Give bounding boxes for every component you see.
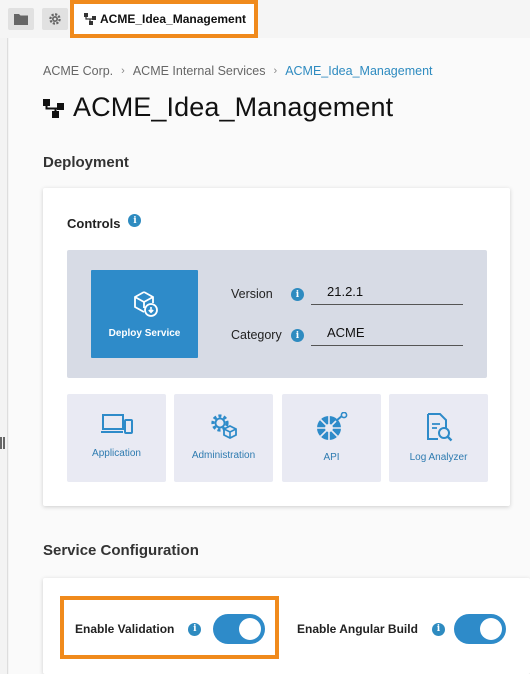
deploy-box-icon bbox=[133, 290, 158, 317]
left-panel-edge bbox=[0, 38, 8, 674]
controls-panel: Deploy Service Version i 21.2.1 Category… bbox=[67, 250, 487, 378]
info-icon[interactable]: i bbox=[291, 329, 304, 342]
tab-bar: ACME_Idea_Management bbox=[0, 0, 530, 38]
devices-icon bbox=[100, 414, 133, 434]
breadcrumb-item-internal-services[interactable]: ACME Internal Services bbox=[133, 64, 266, 78]
enable-angular-build-toggle[interactable] bbox=[454, 614, 506, 644]
settings-tab-button[interactable] bbox=[42, 8, 68, 30]
deployment-card: Controls i Deploy Service Version i 21.2… bbox=[43, 188, 510, 506]
main-content: ACME Corp. › ACME Internal Services › AC… bbox=[9, 38, 530, 674]
highlight-box bbox=[60, 596, 279, 659]
page-title-text: ACME_Idea_Management bbox=[73, 92, 394, 122]
service-configuration-title: Service Configuration bbox=[43, 542, 199, 559]
breadcrumb: ACME Corp. › ACME Internal Services › AC… bbox=[43, 64, 433, 78]
deploy-service-button[interactable]: Deploy Service bbox=[91, 270, 198, 358]
info-icon[interactable]: i bbox=[291, 288, 304, 301]
controls-title-text: Controls bbox=[67, 216, 121, 231]
gear-icon bbox=[49, 13, 61, 25]
tile-api-label: API bbox=[323, 452, 340, 463]
active-tab-label: ACME_Idea_Management bbox=[100, 12, 247, 26]
deployment-section-title: Deployment bbox=[43, 154, 129, 171]
breadcrumb-item-current[interactable]: ACME_Idea_Management bbox=[285, 64, 432, 78]
toggle-knob bbox=[480, 618, 502, 640]
folder-tab-button[interactable] bbox=[8, 8, 34, 30]
controls-title: Controls i bbox=[67, 214, 142, 231]
toggle-group-angular: Enable Angular Build i bbox=[297, 622, 445, 636]
admin-gear-icon bbox=[210, 414, 237, 440]
tile-administration-label: Administration bbox=[191, 450, 256, 461]
breadcrumb-item-acme-corp[interactable]: ACME Corp. bbox=[43, 64, 113, 78]
service-tree-icon bbox=[43, 98, 64, 118]
tile-log-analyzer[interactable]: Log Analyzer bbox=[389, 394, 488, 482]
version-field[interactable]: 21.2.1 bbox=[311, 281, 463, 305]
page-title: ACME_Idea_Management bbox=[43, 92, 393, 123]
log-analyzer-icon bbox=[426, 413, 452, 442]
tile-log-analyzer-label: Log Analyzer bbox=[409, 452, 468, 463]
category-label: Category bbox=[231, 328, 282, 342]
deploy-service-label: Deploy Service bbox=[108, 327, 181, 339]
api-icon bbox=[316, 412, 347, 440]
info-icon[interactable]: i bbox=[431, 622, 445, 636]
info-icon[interactable]: i bbox=[128, 214, 142, 227]
folder-icon bbox=[14, 14, 28, 25]
chevron-right-icon: › bbox=[273, 65, 278, 77]
enable-angular-build-label: Enable Angular Build bbox=[297, 622, 418, 636]
tile-api[interactable]: API bbox=[282, 394, 381, 482]
resize-handle[interactable] bbox=[0, 436, 6, 449]
tile-administration[interactable]: Administration bbox=[174, 394, 273, 482]
category-field[interactable]: ACME bbox=[311, 322, 463, 346]
tile-application-label: Application bbox=[92, 448, 141, 459]
tab-acme-idea-management[interactable]: ACME_Idea_Management bbox=[70, 0, 258, 38]
version-label: Version bbox=[231, 287, 273, 301]
tool-tiles: Application Administration API Log Analy… bbox=[67, 394, 488, 482]
chevron-right-icon: › bbox=[121, 65, 125, 77]
tile-application[interactable]: Application bbox=[67, 394, 166, 482]
service-tree-icon bbox=[84, 13, 96, 25]
